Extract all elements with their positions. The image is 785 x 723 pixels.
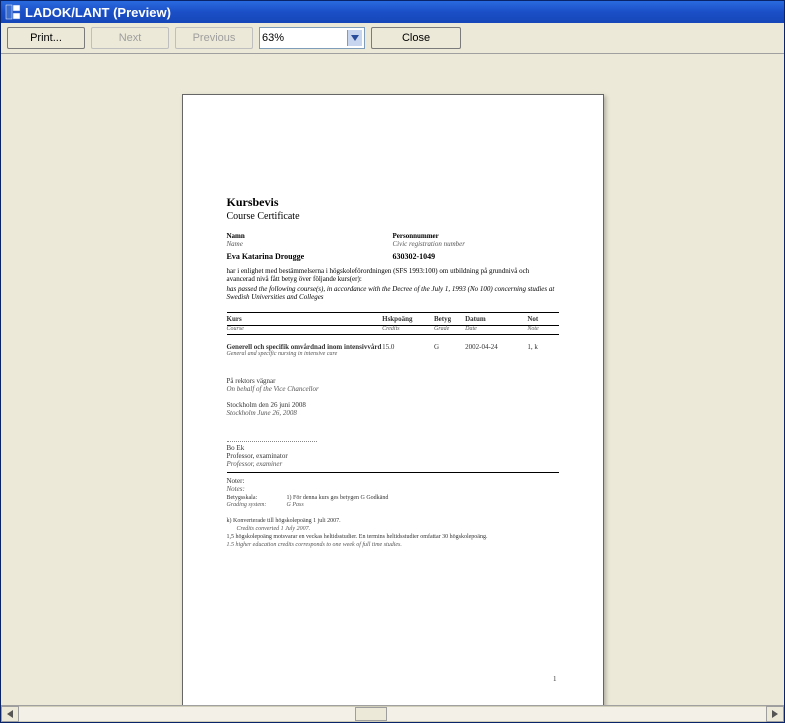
row-date: 2002-04-24: [465, 343, 527, 351]
th-date-en: Date: [465, 326, 527, 332]
preview-viewport[interactable]: Kursbevis Course Certificate Namn Name P…: [1, 54, 784, 705]
th-course-sv: Kurs: [227, 315, 383, 323]
course-table: Kurs Hskpoäng Betyg Datum Not Course Cre…: [227, 312, 559, 357]
th-grade-sv: Betyg: [434, 315, 465, 323]
page-preview: Kursbevis Course Certificate Namn Name P…: [182, 94, 604, 705]
name-label-sv: Namn: [227, 232, 245, 240]
place-date-en: Stockholm June 26, 2008: [227, 409, 559, 417]
scroll-left-button[interactable]: [1, 706, 19, 722]
th-credits-sv: Hskpoäng: [382, 315, 434, 323]
toolbar: Print... Next Previous 63% Close: [1, 23, 784, 54]
scroll-track[interactable]: [19, 706, 766, 722]
pnr-label-en: Civic registration number: [393, 240, 465, 248]
doc-title: Kursbevis: [227, 195, 559, 210]
name-label-en: Name: [227, 240, 243, 248]
grading-label-sv: Betygsskala:: [227, 495, 287, 503]
app-icon: [5, 4, 21, 20]
table-row: Generell och specifik omvårdnad inom int…: [227, 335, 559, 351]
window-title: LADOK/LANT (Preview): [25, 5, 171, 20]
th-note-sv: Not: [527, 315, 558, 323]
behalf-en: On behalf of the Vice Chancellor: [227, 385, 559, 393]
place-date-sv: Stockholm den 26 juni 2008: [227, 401, 559, 409]
document-content: Kursbevis Course Certificate Namn Name P…: [227, 195, 559, 549]
th-course-en: Course: [227, 326, 383, 332]
behalf-sv: På rektors vägnar: [227, 377, 559, 385]
page-number: 1: [553, 675, 557, 683]
grading-label-en: Grading system:: [227, 502, 287, 510]
intro-en: has passed the following course(s), in a…: [227, 285, 559, 302]
horizontal-scrollbar[interactable]: [1, 705, 784, 722]
signer-title-en: Professor, examiner: [227, 460, 559, 468]
row-title-en: General and specific nursing in intensiv…: [227, 351, 383, 357]
close-button[interactable]: Close: [371, 27, 461, 49]
student-name: Eva Katarina Drougge: [227, 252, 393, 261]
print-button[interactable]: Print...: [7, 27, 85, 49]
note-k-sv: k) Konverterade till högskolepoäng 1 jul…: [227, 518, 559, 526]
intro-sv: har i enlighet med bestämmelserna i högs…: [227, 267, 559, 284]
doc-subtitle: Course Certificate: [227, 211, 559, 222]
pnr-label-sv: Personnummer: [393, 232, 439, 240]
previous-button: Previous: [175, 27, 253, 49]
student-pnr: 630302-1049: [393, 252, 559, 261]
th-grade-en: Grade: [434, 326, 465, 332]
scroll-right-button[interactable]: [766, 706, 784, 722]
scroll-thumb[interactable]: [355, 707, 387, 721]
title-bar: LADOK/LANT (Preview): [1, 1, 784, 23]
note-k-en: Credits converted 1 July 2007.: [227, 526, 559, 534]
row-title-sv: Generell och specifik omvårdnad inom int…: [227, 343, 383, 351]
notes-hdr-sv: Noter:: [227, 477, 559, 485]
signature-line: [227, 441, 317, 442]
th-note-en: Note: [527, 326, 558, 332]
grading-text-sv: 1) För denna kurs ges betygen G Godkänd: [287, 495, 389, 503]
hp-explain-en: 1.5 higher education credits corresponds…: [227, 542, 559, 550]
signer-title-sv: Professor, examinator: [227, 452, 559, 460]
grading-text-en: G Pass: [287, 502, 304, 510]
th-date-sv: Datum: [465, 315, 527, 323]
signer-name: Bo Ek: [227, 444, 559, 452]
zoom-combobox[interactable]: 63%: [259, 27, 365, 49]
row-credits: 15.0: [382, 343, 434, 351]
preview-window: LADOK/LANT (Preview) Print... Next Previ…: [0, 0, 785, 723]
row-note: 1, k: [527, 343, 558, 351]
zoom-value: 63%: [262, 32, 284, 44]
hp-explain-sv: 1,5 högskolepoäng motsvarar en veckas he…: [227, 534, 559, 542]
next-button: Next: [91, 27, 169, 49]
chevron-down-icon[interactable]: [347, 30, 362, 46]
row-grade: G: [434, 343, 465, 351]
notes-hdr-en: Notes:: [227, 485, 559, 493]
th-credits-en: Credits: [382, 326, 434, 332]
